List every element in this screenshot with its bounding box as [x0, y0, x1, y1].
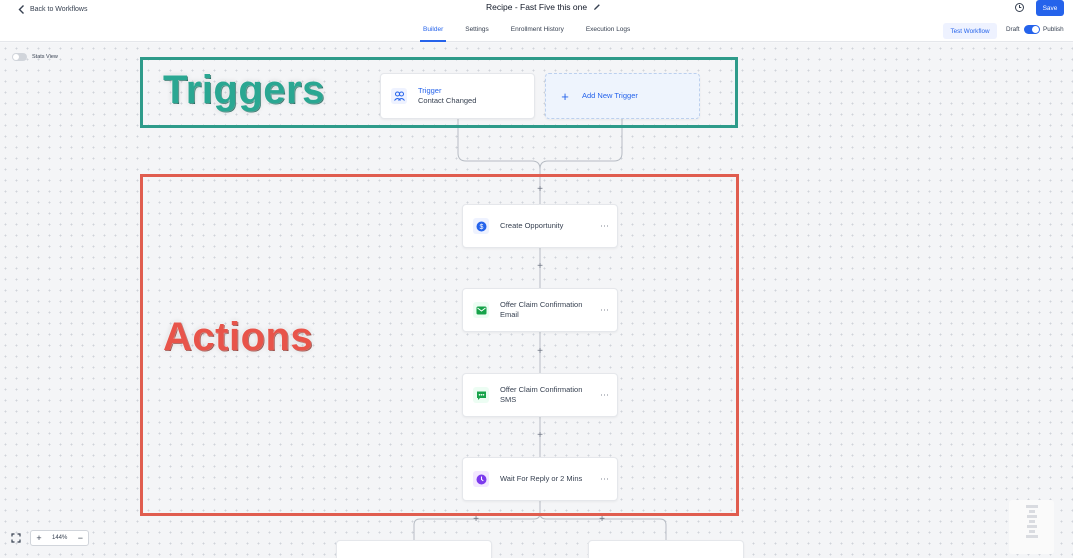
action-title: Wait For Reply or 2 Mins	[500, 474, 583, 483]
actions-heading: Actions	[163, 315, 314, 359]
pencil-icon[interactable]	[593, 3, 601, 11]
clock-icon	[473, 471, 489, 487]
more-options-button[interactable]: ···	[600, 390, 609, 400]
add-action-plus[interactable]: +	[535, 347, 545, 357]
zoom-in-button[interactable]: +	[31, 531, 47, 545]
action-text: Offer Claim Confirmation SMS	[500, 385, 582, 405]
tab-label: Enrollment History	[510, 26, 564, 33]
workflow-title: Recipe - Fast Five this one	[486, 2, 601, 12]
trigger-title: Trigger	[418, 86, 442, 95]
tab-bar: Builder Settings Enrollment History Exec…	[420, 22, 633, 42]
action-subtitle: SMS	[500, 395, 517, 404]
action-title: Create Opportunity	[500, 221, 564, 230]
add-action-plus[interactable]: +	[535, 431, 545, 441]
tab-label: Execution Logs	[585, 26, 631, 33]
action-card-wait-for-reply[interactable]: Wait For Reply or 2 Mins ···	[462, 457, 618, 501]
plus-icon: +	[561, 88, 569, 104]
action-card-offer-sms[interactable]: Offer Claim Confirmation SMS ···	[462, 373, 618, 417]
stats-view-label: Stats View	[32, 54, 58, 60]
save-button[interactable]: Save	[1036, 0, 1064, 16]
tab-label: Settings	[465, 26, 489, 33]
branch-card-left[interactable]	[336, 540, 492, 558]
zoom-controls: + 144% −	[8, 530, 90, 546]
action-subtitle: Email	[500, 310, 519, 319]
watermark-logo	[1009, 500, 1054, 554]
add-action-plus[interactable]: +	[535, 185, 545, 195]
workflow-name: Recipe - Fast Five this one	[486, 2, 588, 12]
zoom-group: + 144% −	[30, 530, 90, 546]
zoom-out-button[interactable]: −	[72, 531, 88, 545]
history-icon[interactable]	[1014, 2, 1025, 13]
trigger-text: Trigger Contact Changed	[418, 86, 476, 106]
add-trigger-label: Add New Trigger	[582, 91, 638, 100]
more-options-button[interactable]: ···	[600, 305, 609, 315]
action-text: Wait For Reply or 2 Mins	[500, 474, 582, 484]
trigger-subtitle: Contact Changed	[418, 96, 477, 105]
tab-label: Builder	[423, 26, 444, 33]
tab-builder[interactable]: Builder	[420, 22, 447, 42]
expand-icon	[11, 533, 21, 543]
contacts-icon	[391, 88, 407, 104]
trigger-card[interactable]: Trigger Contact Changed	[380, 73, 535, 119]
add-new-trigger-button[interactable]: + Add New Trigger	[545, 73, 700, 119]
stats-view-switch[interactable]	[12, 53, 27, 61]
chevron-left-icon	[18, 4, 24, 14]
triggers-heading: Triggers	[163, 68, 325, 112]
draft-label: Draft	[1006, 26, 1020, 33]
more-options-button[interactable]: ···	[600, 221, 609, 231]
action-card-create-opportunity[interactable]: $ Create Opportunity ···	[462, 204, 618, 248]
sms-icon	[473, 387, 489, 403]
stats-view-toggle[interactable]: Stats View	[12, 53, 58, 61]
add-action-plus[interactable]: +	[535, 262, 545, 272]
fit-view-button[interactable]	[8, 530, 24, 546]
toggle-knob	[1032, 26, 1039, 33]
workflow-canvas[interactable]: Stats View Triggers Actions Trigger Cont…	[0, 43, 1073, 558]
tab-settings[interactable]: Settings	[462, 22, 492, 42]
branch-card-right[interactable]	[588, 540, 744, 558]
dollar-icon: $	[473, 218, 489, 234]
add-branch-plus[interactable]: +	[597, 515, 607, 525]
publish-label: Publish	[1043, 26, 1064, 33]
back-label: Back to Workflows	[30, 5, 88, 13]
action-text: Offer Claim Confirmation Email	[500, 300, 582, 320]
email-icon	[473, 302, 489, 318]
top-bar: Back to Workflows Recipe - Fast Five thi…	[0, 0, 1073, 42]
add-branch-plus[interactable]: +	[471, 515, 481, 525]
test-workflow-button[interactable]: Test Workflow	[943, 23, 997, 39]
action-title: Offer Claim Confirmation	[500, 385, 583, 394]
action-text: Create Opportunity	[500, 221, 563, 231]
back-to-workflows-link[interactable]: Back to Workflows	[18, 3, 87, 15]
action-card-offer-email[interactable]: Offer Claim Confirmation Email ···	[462, 288, 618, 332]
more-options-button[interactable]: ···	[600, 474, 609, 484]
action-title: Offer Claim Confirmation	[500, 300, 583, 309]
zoom-level: 144%	[52, 535, 68, 541]
svg-text:$: $	[479, 224, 483, 231]
tab-enrollment-history[interactable]: Enrollment History	[508, 22, 567, 42]
tab-execution-logs[interactable]: Execution Logs	[583, 22, 633, 42]
publish-toggle[interactable]	[1024, 25, 1040, 34]
